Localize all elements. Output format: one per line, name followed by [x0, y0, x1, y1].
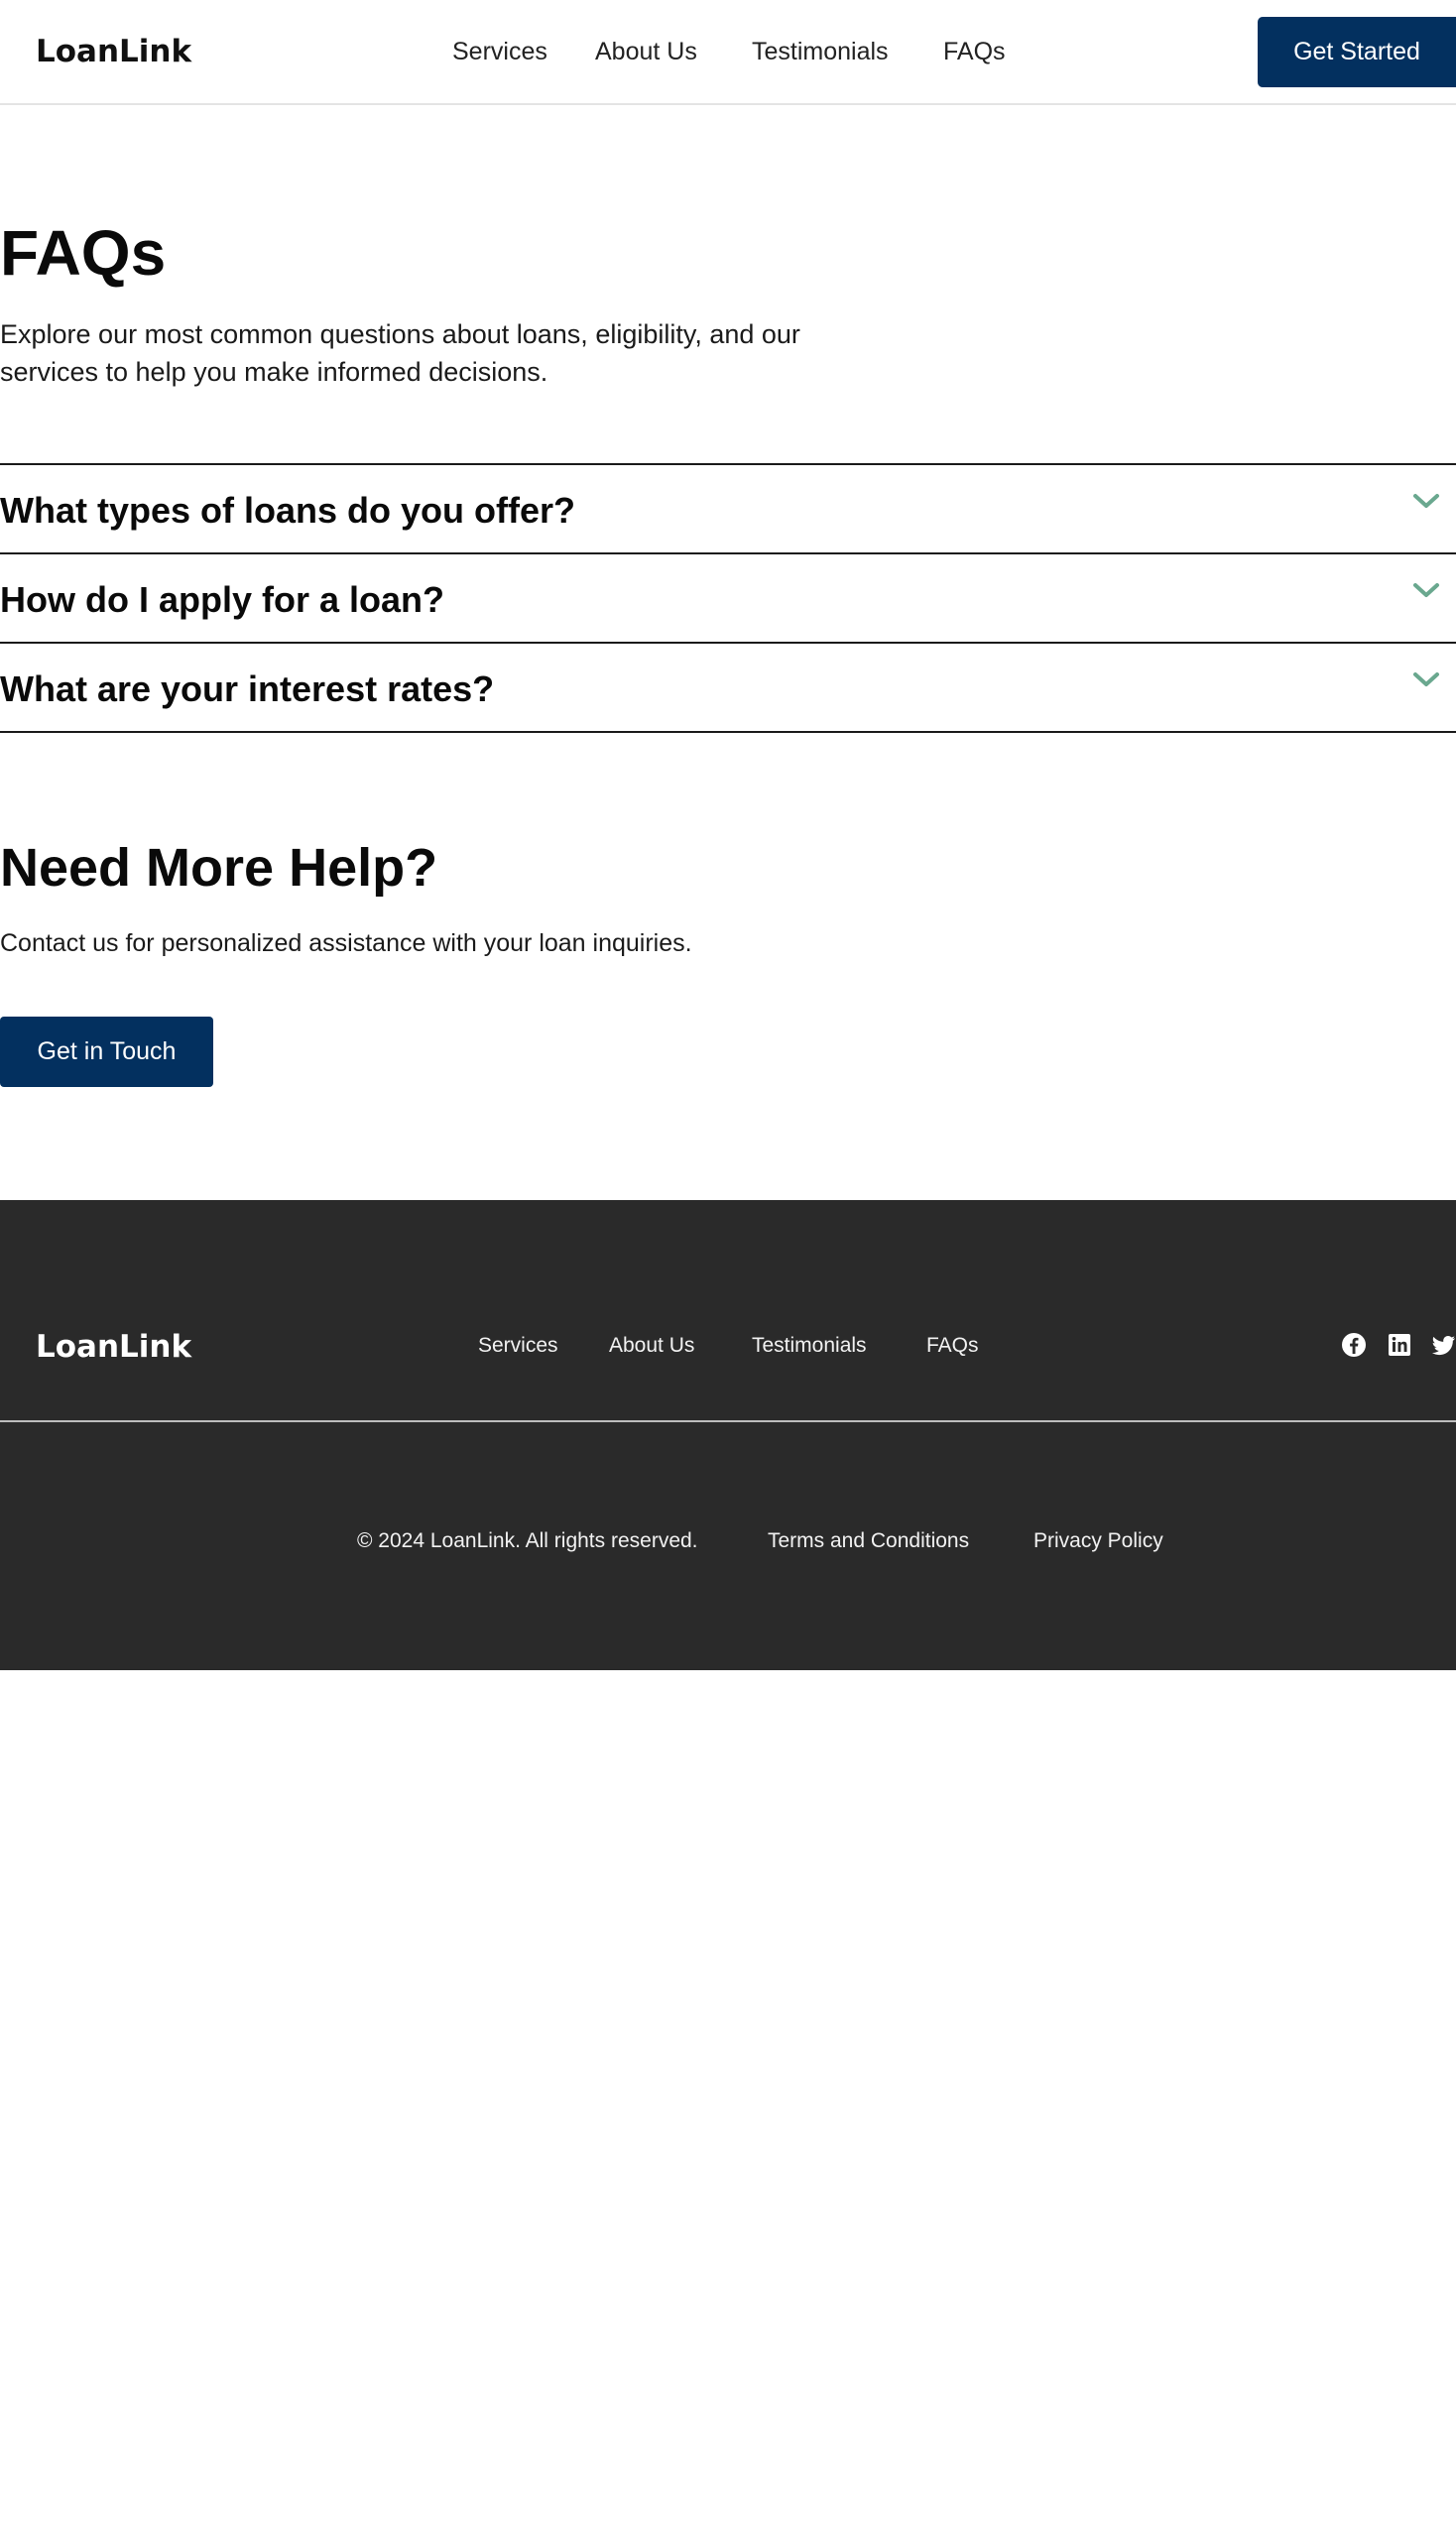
nav-link-about-us[interactable]: About Us	[595, 35, 697, 68]
facebook-icon[interactable]	[1340, 1331, 1368, 1359]
faq-intro: Explore our most common questions about …	[0, 319, 800, 387]
faq-question: How do I apply for a loan?	[0, 579, 445, 620]
nav-link-faqs[interactable]: FAQs	[943, 35, 1006, 68]
footer-logo-text: LoanLink	[36, 1329, 192, 1363]
footer-divider	[0, 1420, 1456, 1422]
linkedin-icon[interactable]	[1386, 1331, 1413, 1359]
twitter-icon[interactable]	[1430, 1331, 1456, 1359]
chevron-down-icon[interactable]	[1410, 489, 1442, 513]
copyright-text: © 2024 LoanLink. All rights reserved.	[357, 1529, 698, 1552]
main-nav: Services About Us Testimonials FAQs	[0, 35, 1456, 68]
help-text: Contact us for personalized assistance w…	[0, 929, 692, 957]
site-footer: LoanLink Services About Us Testimonials …	[0, 1200, 1456, 1670]
faq-item[interactable]: What types of loans do you offer?	[0, 465, 1456, 554]
site-header: LoanLink Services About Us Testimonials …	[0, 0, 1456, 105]
footer-link-about-us[interactable]: About Us	[609, 1329, 694, 1363]
faq-question: What are your interest rates?	[0, 668, 495, 709]
nav-link-testimonials[interactable]: Testimonials	[752, 35, 889, 68]
faq-item[interactable]: What are your interest rates?	[0, 644, 1456, 733]
terms-link[interactable]: Terms and Conditions	[768, 1524, 969, 1558]
nav-link-services[interactable]: Services	[452, 35, 547, 68]
footer-logo[interactable]: LoanLink	[36, 1329, 204, 1363]
faq-item[interactable]: How do I apply for a loan?	[0, 554, 1456, 644]
footer-link-faqs[interactable]: FAQs	[926, 1329, 979, 1363]
footer-link-testimonials[interactable]: Testimonials	[752, 1329, 867, 1363]
get-started-button[interactable]: Get Started	[1258, 17, 1456, 87]
help-title: Need More Help?	[0, 838, 438, 898]
chevron-down-icon[interactable]	[1410, 578, 1442, 602]
faq-question: What types of loans do you offer?	[0, 490, 576, 531]
faq-accordion: What types of loans do you offer? How do…	[0, 463, 1456, 733]
privacy-link[interactable]: Privacy Policy	[1033, 1524, 1163, 1558]
faq-title: FAQs	[0, 217, 167, 289]
chevron-down-icon[interactable]	[1410, 667, 1442, 691]
get-in-touch-button[interactable]: Get in Touch	[0, 1017, 213, 1087]
footer-link-services[interactable]: Services	[478, 1329, 558, 1363]
